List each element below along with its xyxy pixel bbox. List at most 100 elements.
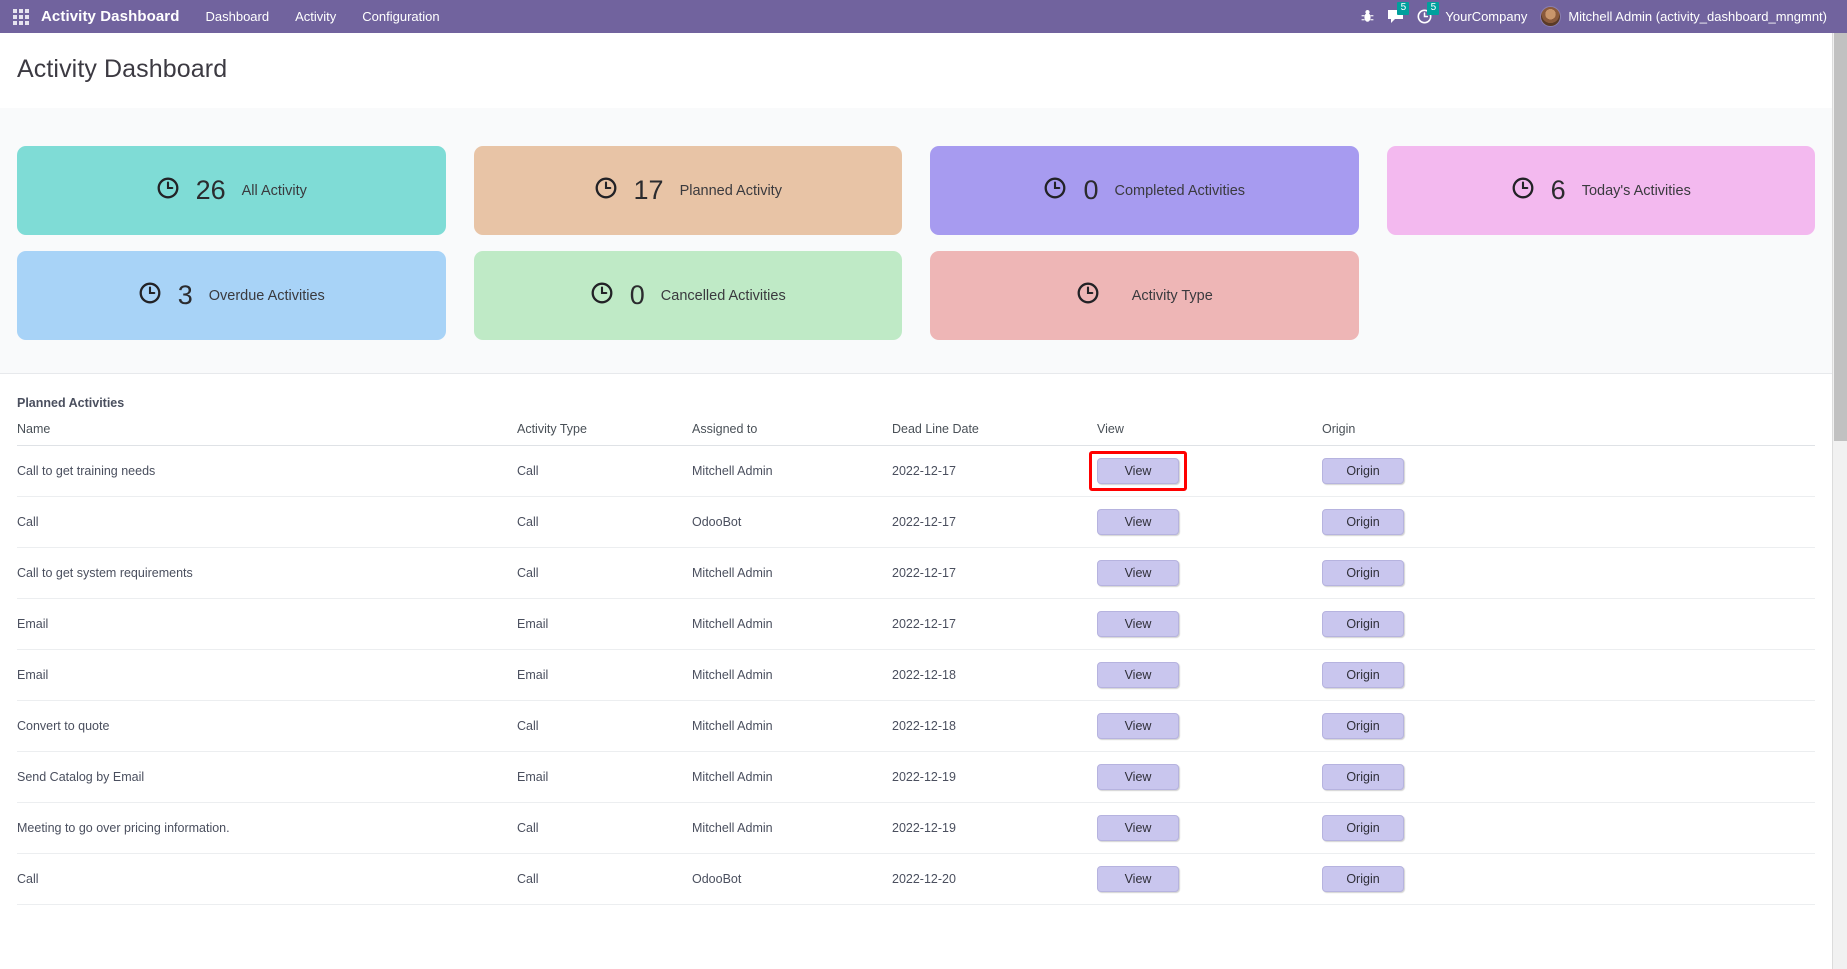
origin-button[interactable]: Origin [1322,866,1404,892]
kpi-value: 0 [1083,175,1099,205]
kpi-card-activity-type[interactable]: Activity Type [930,251,1359,340]
activities-badge: 5 [1427,2,1440,15]
column-header-view: View [1097,422,1322,446]
kpi-row-2: 3 Overdue Activities 0 Cancelled Activit… [0,251,1832,340]
cell-name: Call to get system requirements [17,547,517,599]
table-header-row: Name Activity Type Assigned to Dead Line… [17,422,1815,446]
cell-origin: Origin [1322,751,1815,803]
table-row: Convert to quote Call Mitchell Admin 2022-1… [17,700,1815,752]
cell-origin: Origin [1322,700,1815,752]
origin-button[interactable]: Origin [1322,764,1404,790]
view-button[interactable]: View [1097,509,1179,535]
column-header-origin: Origin [1322,422,1815,446]
cell-deadline: 2022-12-17 [892,445,1097,497]
user-menu[interactable]: Mitchell Admin (activity_dashboard_mngmn… [1540,6,1827,27]
cell-name: Meeting to go over pricing information. [17,802,517,854]
table-row: Call to get system requirements Call Mitch… [17,547,1815,599]
clock-icon [156,176,180,205]
kpi-row-1: 26 All Activity 17 Planned Activity 0 Co… [0,146,1832,235]
kpi-card-all-activity[interactable]: 26 All Activity [17,146,446,235]
table-row: Email Email Mitchell Admin 2022-12-18 View Or… [17,649,1815,701]
kpi-card-cancelled-activities[interactable]: 0 Cancelled Activities [473,251,902,340]
cell-deadline: 2022-12-17 [892,598,1097,650]
planned-activities-table: Name Activity Type Assigned to Dead Line… [17,422,1815,905]
cell-type: Call [517,700,692,752]
table-row: Meeting to go over pricing information. C… [17,802,1815,854]
cell-assigned: OdooBot [692,853,892,905]
table-body: Call to get training needs Call Mitchell A… [17,445,1815,905]
cell-origin: Origin [1322,802,1815,854]
cell-deadline: 2022-12-18 [892,649,1097,701]
origin-button[interactable]: Origin [1322,713,1404,739]
cell-view: View [1097,547,1322,599]
view-button[interactable]: View [1097,764,1179,790]
menu-item-activity[interactable]: Activity [295,9,336,24]
kpi-label: All Activity [241,182,307,199]
cell-assigned: Mitchell Admin [692,445,892,497]
view-button[interactable]: View [1097,458,1179,484]
messages-icon[interactable]: 5 [1387,2,1410,24]
cell-assigned: Mitchell Admin [692,802,892,854]
kpi-value: 26 [195,175,226,205]
user-name-label: Mitchell Admin (activity_dashboard_mngmn… [1568,9,1827,24]
cell-deadline: 2022-12-17 [892,496,1097,548]
cell-origin: Origin [1322,598,1815,650]
table-row: Send Catalog by Email Email Mitchell Admin… [17,751,1815,803]
cell-type: Call [517,496,692,548]
kpi-card-planned-activity[interactable]: 17 Planned Activity [473,146,902,235]
kpi-card-todays-activities[interactable]: 6 Today's Activities [1386,146,1815,235]
view-button[interactable]: View [1097,866,1179,892]
view-button[interactable]: View [1097,713,1179,739]
column-header-deadline: Dead Line Date [892,422,1097,446]
kpi-value: 17 [633,175,664,205]
origin-button[interactable]: Origin [1322,662,1404,688]
cell-name: Call [17,496,517,548]
apps-grid-icon[interactable] [13,8,29,25]
cell-view: View [1097,598,1322,650]
vertical-scrollbar[interactable] [1832,33,1847,969]
bug-icon[interactable] [1361,9,1374,24]
scrollbar-thumb[interactable] [1834,33,1847,441]
cell-type: Call [517,445,692,497]
column-header-assigned: Assigned to [692,422,892,446]
kpi-row-spacer [1387,251,1816,340]
origin-button[interactable]: Origin [1322,458,1404,484]
app-brand-title[interactable]: Activity Dashboard [41,8,180,25]
table-title: Planned Activities [17,396,125,410]
kpi-label: Overdue Activities [208,287,325,304]
table-row: Email Email Mitchell Admin 2022-12-17 View Or… [17,598,1815,650]
menu-item-configuration[interactable]: Configuration [362,9,439,24]
clock-icon [594,176,618,205]
clock-icon [1076,281,1100,310]
cell-assigned: Mitchell Admin [692,598,892,650]
origin-button[interactable]: Origin [1322,509,1404,535]
cell-type: Email [517,598,692,650]
origin-button[interactable]: Origin [1322,611,1404,637]
cell-deadline: 2022-12-19 [892,802,1097,854]
cell-view: View [1097,700,1322,752]
cell-type: Email [517,751,692,803]
highlight-annotation: View [1089,451,1187,491]
cell-name: Send Catalog by Email [17,751,517,803]
cell-deadline: 2022-12-19 [892,751,1097,803]
origin-button[interactable]: Origin [1322,815,1404,841]
view-button[interactable]: View [1097,662,1179,688]
cell-type: Call [517,547,692,599]
menu-item-dashboard[interactable]: Dashboard [206,9,270,24]
cell-view: View [1097,751,1322,803]
view-button[interactable]: View [1097,611,1179,637]
cell-name: Email [17,649,517,701]
activities-clock-icon[interactable]: 5 [1417,2,1440,24]
kpi-card-completed-activities[interactable]: 0 Completed Activities [930,146,1359,235]
view-button[interactable]: View [1097,560,1179,586]
kpi-card-overdue-activities[interactable]: 3 Overdue Activities [17,251,446,340]
kpi-value: 3 [177,280,193,310]
cell-assigned: OdooBot [692,496,892,548]
company-selector[interactable]: YourCompany [1445,9,1527,24]
cell-view: View [1097,802,1322,854]
cell-assigned: Mitchell Admin [692,700,892,752]
cell-view: View [1097,649,1322,701]
cell-assigned: Mitchell Admin [692,751,892,803]
origin-button[interactable]: Origin [1322,560,1404,586]
view-button[interactable]: View [1097,815,1179,841]
